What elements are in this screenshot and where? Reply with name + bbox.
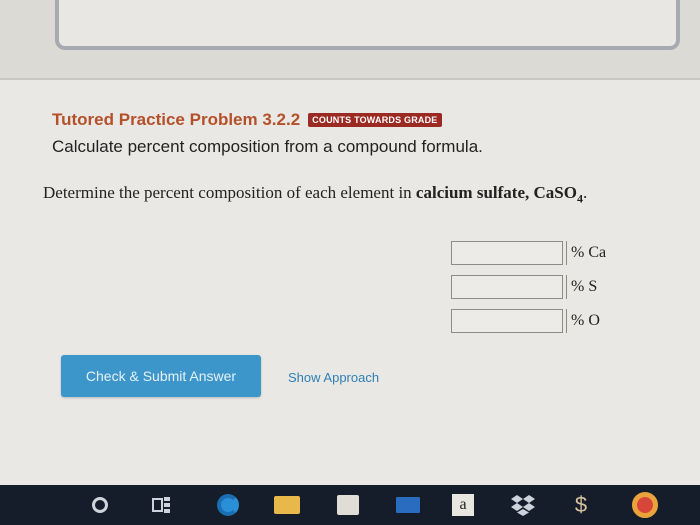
edge-browser-icon[interactable] <box>214 493 242 517</box>
question-text: Determine the percent composition of eac… <box>43 183 587 206</box>
question-prefix: Determine the percent composition of eac… <box>43 183 416 202</box>
answer-row-ca: % Ca <box>451 236 606 270</box>
percent-s-label: % S <box>566 275 597 299</box>
start-search-icon[interactable] <box>88 493 112 517</box>
mail-icon[interactable] <box>393 493 423 517</box>
file-explorer-icon[interactable] <box>272 493 302 517</box>
problem-title: Tutored Practice Problem 3.2.2 <box>52 110 301 129</box>
percent-ca-label: % Ca <box>566 241 606 265</box>
problem-header: Tutored Practice Problem 3.2.2 COUNTS TO… <box>52 110 442 130</box>
store-icon[interactable] <box>334 493 362 517</box>
percent-o-label: % O <box>566 309 600 333</box>
percent-o-input[interactable] <box>451 309 563 333</box>
chrome-icon[interactable] <box>630 492 660 518</box>
percent-ca-input[interactable] <box>451 241 563 265</box>
previous-panel <box>55 0 680 50</box>
compound-name: calcium sulfate, CaSO4 <box>415 183 583 206</box>
dropbox-icon[interactable] <box>508 493 538 517</box>
answer-fields: % Ca % S % O <box>451 236 606 338</box>
amazon-icon[interactable]: a <box>450 493 476 517</box>
show-approach-link[interactable]: Show Approach <box>288 370 379 385</box>
answer-row-o: % O <box>451 304 606 338</box>
previous-panel-area <box>0 0 700 80</box>
answer-row-s: % S <box>451 270 606 304</box>
task-view-icon[interactable] <box>150 493 174 517</box>
percent-s-input[interactable] <box>451 275 563 299</box>
dollar-app-icon[interactable]: $ <box>570 492 592 517</box>
taskbar: a $ <box>0 485 700 525</box>
question-suffix: . <box>582 183 588 202</box>
grade-badge: COUNTS TOWARDS GRADE <box>308 113 442 127</box>
check-submit-button[interactable]: Check & Submit Answer <box>61 355 261 397</box>
problem-subtitle: Calculate percent composition from a com… <box>52 137 483 156</box>
